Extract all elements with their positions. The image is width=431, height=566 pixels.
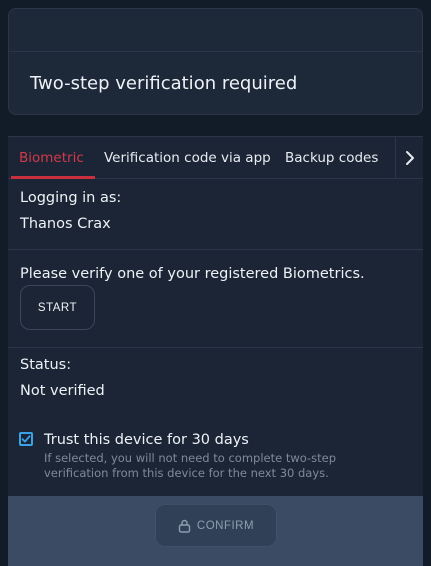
- tab-scroll-right-button[interactable]: [395, 137, 423, 178]
- logging-in-as-label: Logging in as:: [20, 190, 122, 206]
- biometric-prompt: Please verify one of your registered Bio…: [20, 266, 365, 282]
- tab-verification-code-via-app[interactable]: Verification code via app: [104, 149, 271, 167]
- verification-panel: Biometric Verification code via app Back…: [8, 136, 423, 566]
- tab-backup-codes[interactable]: Backup codes: [285, 149, 378, 167]
- trust-device-label[interactable]: Trust this device for 30 days: [44, 431, 249, 449]
- footer-bar: CONFIRM: [8, 496, 423, 566]
- confirm-button-label: CONFIRM: [196, 519, 255, 532]
- lock-icon: [178, 519, 191, 533]
- biometric-divider: [8, 347, 423, 348]
- status-value: Not verified: [20, 383, 105, 399]
- username-value: Thanos Crax: [20, 216, 111, 232]
- header-card: Two-step verification required: [8, 8, 423, 115]
- status-label: Status:: [20, 357, 72, 373]
- start-button[interactable]: START: [20, 285, 95, 330]
- header-divider: [9, 51, 422, 52]
- trust-device-help-text: If selected, you will not need to comple…: [44, 451, 337, 480]
- page-title: Two-step verification required: [30, 73, 298, 94]
- confirm-button[interactable]: CONFIRM: [155, 504, 277, 547]
- login-section: Logging in as: Thanos Crax: [8, 179, 423, 250]
- two-step-verification-page: Two-step verification required Biometric…: [0, 0, 431, 566]
- tab-biometric[interactable]: Biometric: [19, 149, 84, 167]
- trust-device-checkbox[interactable]: [19, 432, 33, 446]
- tab-bar: Biometric Verification code via app Back…: [8, 136, 423, 179]
- checkmark-icon: [21, 435, 31, 443]
- chevron-right-icon: [405, 150, 414, 165]
